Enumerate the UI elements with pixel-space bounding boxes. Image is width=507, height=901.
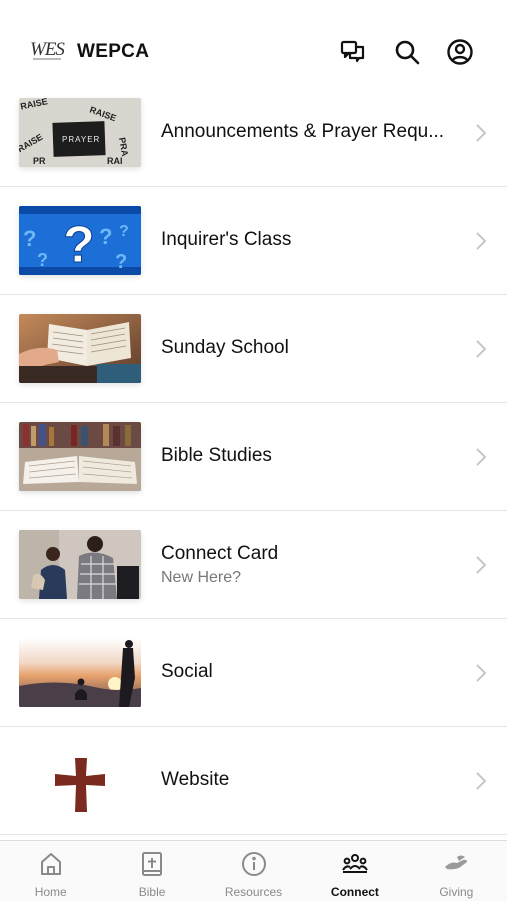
- cross-logo-image: [19, 746, 141, 815]
- chevron-right-icon: [476, 124, 487, 142]
- svg-text:?: ?: [115, 251, 127, 273]
- svg-text:PRAYER: PRAYER: [62, 135, 100, 144]
- open-bible-library-image: [19, 422, 141, 491]
- prayer-image: RAISE RAISE PRA RAISE PR RAI PRAYER: [19, 98, 141, 167]
- item-label: Announcements & Prayer Requ...: [161, 121, 445, 142]
- item-label: Inquirer's Class: [161, 229, 292, 250]
- item-label: Bible Studies: [161, 445, 272, 466]
- search-icon[interactable]: [393, 38, 421, 66]
- people-talking-image: [19, 530, 141, 599]
- tab-giving[interactable]: Giving: [406, 841, 507, 901]
- people-icon: [342, 851, 368, 877]
- chevron-right-icon: [476, 556, 487, 574]
- svg-text:?: ?: [63, 216, 95, 274]
- list-item-connect-card[interactable]: Connect Card New Here?: [0, 511, 507, 619]
- tab-bible[interactable]: Bible: [101, 841, 202, 901]
- chevron-right-icon: [476, 340, 487, 358]
- svg-text:?: ?: [37, 250, 48, 270]
- list-item-website[interactable]: Website: [0, 727, 507, 835]
- home-icon: [38, 851, 64, 877]
- tab-home[interactable]: Home: [0, 841, 101, 901]
- svg-text:?: ?: [119, 223, 129, 240]
- profile-icon[interactable]: [446, 38, 474, 66]
- chevron-right-icon: [476, 664, 487, 682]
- app-title: WEPCA: [77, 41, 150, 62]
- list-item-announcements[interactable]: RAISE RAISE PRA RAISE PR RAI PRAYER Anno…: [0, 79, 507, 187]
- svg-text:?: ?: [99, 224, 112, 249]
- bible-icon: [139, 851, 165, 877]
- open-bible-hands-image: [19, 314, 141, 383]
- church-logo: WES: [30, 39, 65, 60]
- list-item-bible-studies[interactable]: Bible Studies: [0, 403, 507, 511]
- tab-resources[interactable]: Resources: [203, 841, 304, 901]
- chevron-right-icon: [476, 448, 487, 466]
- hand-icon: [443, 851, 469, 877]
- item-label: Connect Card: [161, 543, 279, 564]
- question-mark-image: ? ? ? ? ? ?: [19, 206, 141, 275]
- item-label: Website: [161, 769, 230, 790]
- list-item-social[interactable]: Social: [0, 619, 507, 727]
- item-label: Sunday School: [161, 337, 289, 358]
- item-label: Social: [161, 661, 213, 682]
- sunset-silhouettes-image: [19, 638, 141, 707]
- tab-bar: Home Bible Resources Connect Giving: [0, 840, 507, 901]
- list-item-inquirers-class[interactable]: ? ? ? ? ? ? Inquirer's Class: [0, 187, 507, 295]
- chevron-right-icon: [476, 232, 487, 250]
- svg-text:?: ?: [23, 226, 36, 251]
- item-sublabel: New Here?: [161, 569, 242, 586]
- chat-icon[interactable]: [339, 38, 367, 66]
- connect-list: RAISE RAISE PRA RAISE PR RAI PRAYER Anno…: [0, 79, 507, 835]
- chevron-right-icon: [476, 772, 487, 790]
- svg-text:PR: PR: [33, 156, 46, 166]
- svg-text:RAI: RAI: [107, 156, 123, 166]
- tab-connect[interactable]: Connect: [304, 841, 405, 901]
- list-item-sunday-school[interactable]: Sunday School: [0, 295, 507, 403]
- info-icon: [241, 851, 267, 877]
